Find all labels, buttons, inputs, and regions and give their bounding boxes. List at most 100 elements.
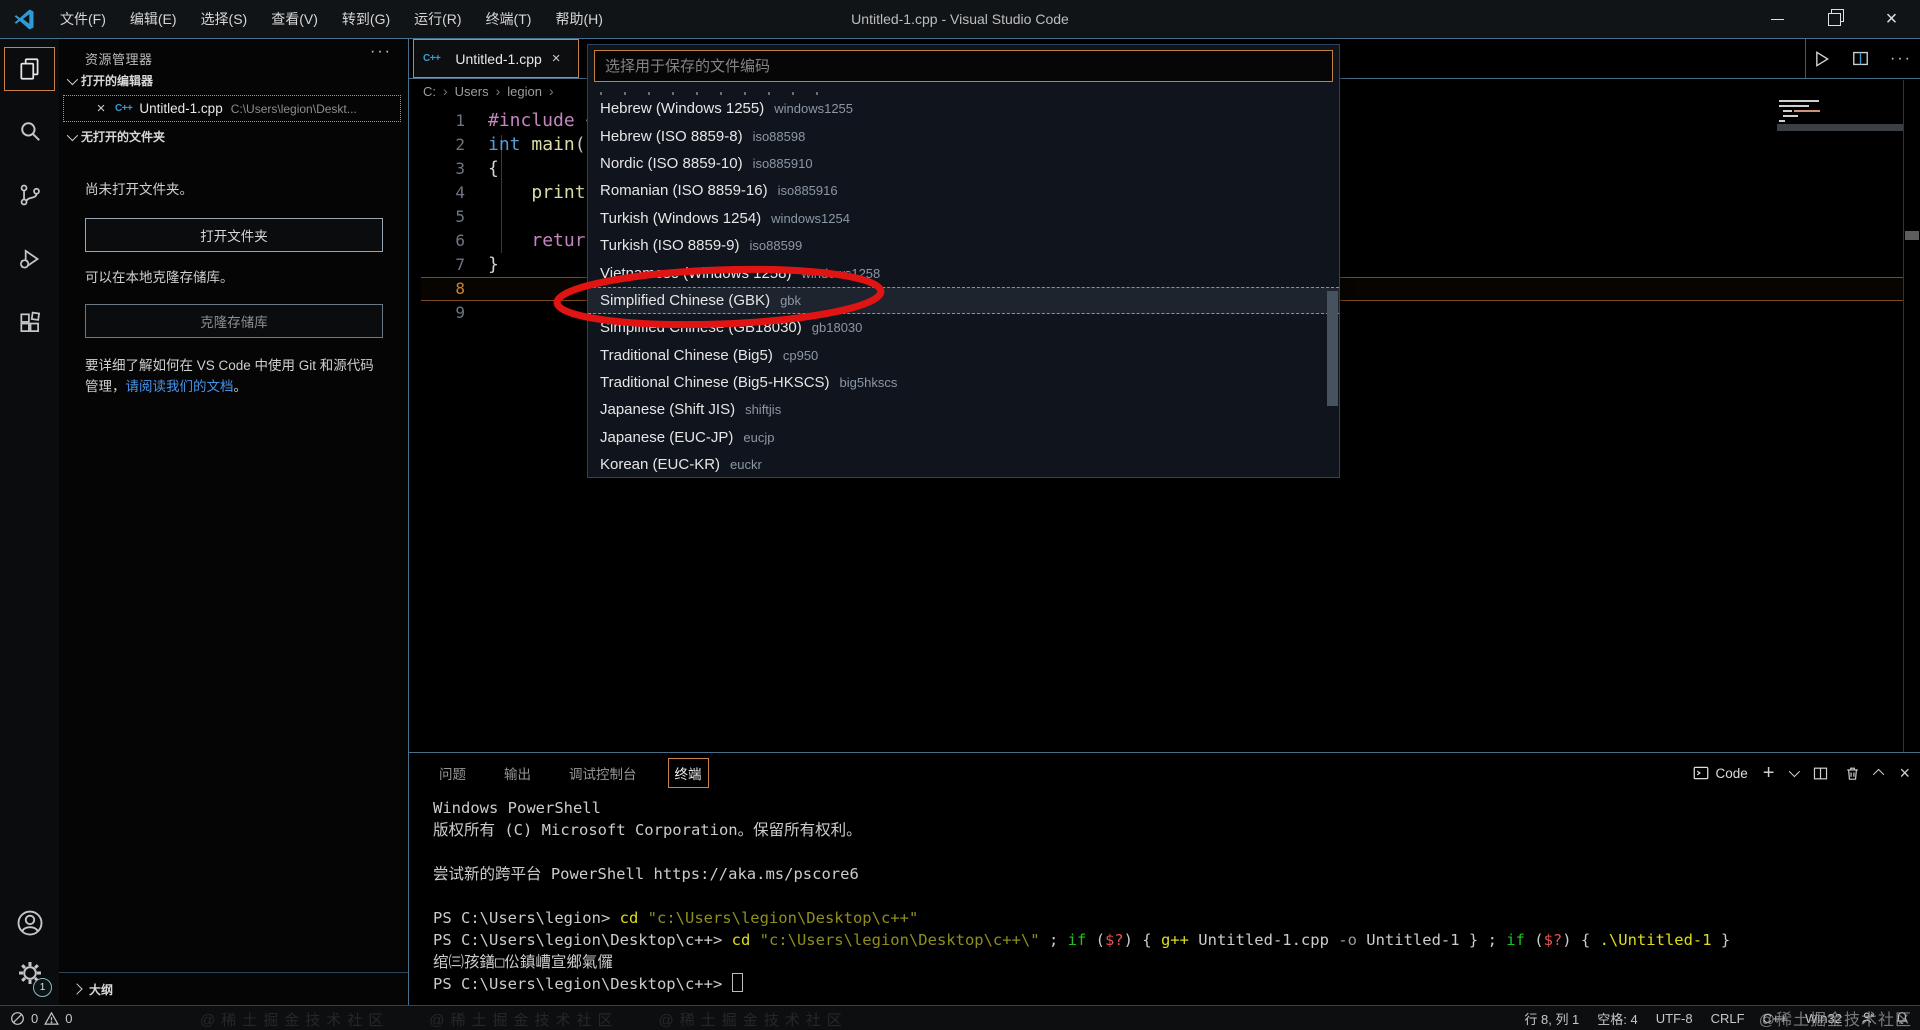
panel-tab-问题[interactable]: 问题 (433, 759, 472, 787)
activity-search-button[interactable] (0, 105, 59, 157)
close-editor-icon[interactable]: × (93, 100, 109, 117)
encoding-option[interactable]: Japanese (EUC-JP) eucjp (588, 424, 1339, 451)
menu-item[interactable]: 终端(T) (476, 5, 542, 33)
activity-extensions-button[interactable] (0, 297, 59, 349)
encoding-option[interactable]: Traditional Chinese (Big5-HKSCS) big5hksc… (588, 369, 1339, 396)
encoding-option[interactable]: Japanese (Shift JIS) shiftjis (588, 396, 1339, 423)
open-editor-filename: Untitled-1.cpp (139, 101, 223, 116)
code-line: return (531, 230, 597, 251)
encoding-option[interactable]: Vietnamese (Windows 1258) windows1258 (588, 259, 1339, 286)
extensions-icon (19, 311, 40, 332)
tab-untitled-1-cpp[interactable]: C++ Untitled-1.cpp × (413, 39, 579, 78)
status-right: 行 8, 列 1 空格: 4 UTF-8 CRLF C++ Win32 (1524, 1009, 1910, 1028)
open-folder-button[interactable]: 打开文件夹 (85, 218, 383, 252)
encoding-option[interactable]: Nordic (ISO 8859-10) iso885910 (588, 150, 1339, 177)
terminal-line: PS C:\Users\legion\Desktop\c++> cd "c:\U… (433, 931, 1731, 949)
status-indentation[interactable]: 空格: 4 (1597, 1009, 1637, 1028)
menu-item[interactable]: 运行(R) (404, 5, 471, 33)
no-folder-section-header[interactable]: 无打开的文件夹 (66, 128, 165, 145)
vscode-window: 文件(F) 编辑(E) 选择(S) 查看(V) 转到(G) 运行(R) 终端(T) 帮助(H)… (0, 0, 1920, 1030)
panel-tab-终端[interactable]: 终端 (667, 758, 709, 788)
panel-tab-输出[interactable]: 输出 (498, 759, 537, 787)
encoding-option[interactable]: Turkish (ISO 8859-9) iso88599 (588, 232, 1339, 259)
feedback-icon[interactable] (1860, 1010, 1876, 1026)
open-editors-section-header[interactable]: 打开的编辑器 (66, 72, 153, 89)
restore-button[interactable] (1806, 0, 1863, 38)
activity-account-button[interactable] (0, 897, 59, 949)
encoding-option[interactable]: Simplified Chinese (GB18030) gb18030 (588, 314, 1339, 341)
quickpick-scrollbar[interactable] (1327, 291, 1338, 406)
encoding-option[interactable]: Hebrew (ISO 8859-8) iso88598 (588, 122, 1339, 149)
read-docs-link[interactable]: 请阅读我们的文档 (126, 379, 234, 394)
terminal-output[interactable]: Windows PowerShell 版权所有 (C) Microsoft Cor… (433, 797, 1730, 995)
terminal-instance[interactable]: Code (1692, 764, 1748, 782)
status-right-items: 行 8, 列 1 空格: 4 UTF-8 CRLF C++ Win32 (1524, 1009, 1842, 1028)
encoding-option[interactable]: Simplified Chinese (GBK) gbk (588, 286, 1339, 315)
activity-run-debug-button[interactable] (0, 233, 59, 285)
quickpick-input[interactable] (595, 51, 1332, 81)
notifications-bell-icon[interactable] (1894, 1010, 1910, 1026)
menu-item[interactable]: 文件(F) (50, 5, 116, 33)
status-encoding[interactable]: UTF-8 (1656, 1011, 1693, 1026)
line-number: 9 (455, 303, 465, 322)
clone-repository-button[interactable]: 克隆存储库 (85, 304, 383, 338)
encoding-option[interactable]: Romanian (ISO 8859-16) iso885916 (588, 177, 1339, 204)
sidebar-title: 资源管理器 (85, 52, 153, 67)
menu-item[interactable]: 选择(S) (191, 5, 258, 33)
kill-terminal-trash-button[interactable] (1844, 765, 1861, 782)
breadcrumb-item[interactable]: C: (423, 84, 436, 99)
editor-more-actions-button[interactable]: ··· (1890, 50, 1912, 68)
menu-item[interactable]: 帮助(H) (545, 5, 612, 33)
terminal-line: 绾㈢孩鐥□伀鎮嶆宣鄉氣儸 (433, 953, 613, 971)
code-line: int main( (488, 134, 586, 155)
sidebar-more-actions-button[interactable]: ··· (370, 43, 392, 61)
run-button[interactable] (1811, 49, 1831, 69)
code-line: #include < (488, 110, 596, 131)
encoding-option[interactable]: Turkish (Windows 1254) windows1254 (588, 205, 1339, 232)
menu-bar: 文件(F) 编辑(E) 选择(S) 查看(V) 转到(G) 运行(R) 终端(T) 帮助(H) (50, 5, 613, 33)
git-docs-hint: 要详细了解如何在 VS Code 中使用 Git 和源代码管理，请阅读我们的文档… (85, 358, 374, 394)
status-eol[interactable]: CRLF (1711, 1011, 1745, 1026)
terminal-picker-chevron-icon[interactable] (1789, 765, 1801, 778)
split-terminal-button[interactable] (1812, 765, 1829, 782)
minimap-slider[interactable] (1777, 124, 1904, 131)
window-controls: × (1749, 0, 1920, 38)
new-terminal-button[interactable]: + (1763, 762, 1775, 785)
activity-explorer-button[interactable] (0, 43, 59, 95)
activity-settings-button[interactable]: 1 (0, 947, 59, 999)
panel-tab-调试控制台[interactable]: 调试控制台 (563, 759, 643, 787)
breadcrumb-item[interactable]: Users (455, 84, 489, 99)
problems-status[interactable]: 0 0 (10, 1011, 72, 1026)
maximize-panel-chevron-icon[interactable] (1873, 768, 1885, 781)
split-editor-button[interactable] (1851, 49, 1870, 68)
menu-item[interactable]: 编辑(E) (120, 5, 187, 33)
overview-ruler-cursor-mark (1905, 231, 1919, 240)
open-editor-filepath: C:\Users\legion\Deskt... (230, 101, 357, 116)
cpp-file-icon: C++ (423, 53, 441, 64)
breadcrumb: C: › Users › legion › (423, 83, 554, 99)
cpp-file-icon: C++ (115, 103, 133, 114)
breadcrumb-item[interactable]: legion (507, 84, 542, 99)
open-editor-item[interactable]: × C++ Untitled-1.cpp C:\Users\legion\Des… (63, 95, 401, 122)
encoding-option[interactable]: Korean (EUC-KR) euckr (588, 451, 1339, 478)
menu-item[interactable]: 转到(G) (332, 5, 400, 33)
terminal-icon (1693, 766, 1708, 780)
code-lines[interactable]: #include < int main({ printf return} (488, 109, 596, 325)
status-language-mode[interactable]: C++ (1763, 1011, 1788, 1026)
close-button[interactable]: × (1863, 0, 1920, 38)
scrollbar-separator (1903, 80, 1904, 752)
status-platform[interactable]: Win32 (1805, 1011, 1842, 1026)
activity-source-control-button[interactable] (0, 169, 59, 221)
outline-section-header[interactable]: 大纲 (59, 972, 408, 1005)
status-cursor-position[interactable]: 行 8, 列 1 (1524, 1009, 1579, 1028)
encoding-option[interactable]: Hebrew (Windows 1255) windows1255 (588, 95, 1339, 122)
minimize-button[interactable] (1749, 0, 1806, 38)
minimap[interactable] (1777, 96, 1904, 146)
error-count: 0 (31, 1010, 39, 1026)
encoding-option[interactable]: Traditional Chinese (Big5) cp950 (588, 342, 1339, 369)
tab-close-icon[interactable]: × (552, 50, 561, 67)
menu-item[interactable]: 查看(V) (261, 5, 328, 33)
close-panel-button[interactable]: × (1899, 763, 1910, 784)
